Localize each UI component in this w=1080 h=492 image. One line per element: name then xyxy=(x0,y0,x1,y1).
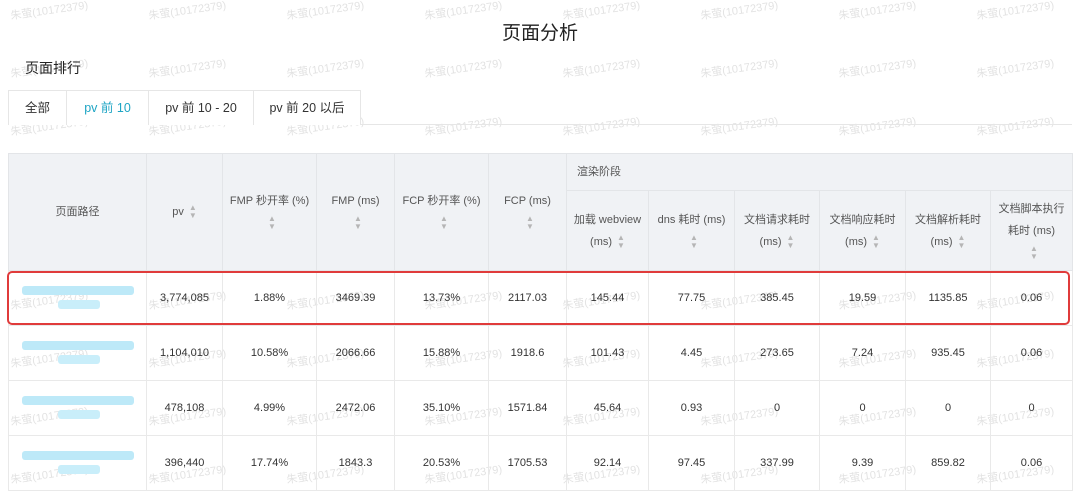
doc-parse-cell: 859.82 xyxy=(905,435,991,491)
doc-parse-cell: 935.45 xyxy=(905,325,991,381)
fmp-cell: 1843.3 xyxy=(316,435,395,491)
column-group-render: 渲染阶段 xyxy=(565,153,1074,191)
page-ranking-table: 页面路径 pv ▲ ▼ FMP 秒开率 (%) ▲ ▼ FMP (ms) ▲ ▼ FCP 秒… xyxy=(8,153,1074,491)
tab-bar: 全部 pv 前 10 pv 前 10 - 20 pv 前 20 以后 xyxy=(8,90,1072,125)
column-header-doc-parse[interactable]: 文档解析耗时 (ms) ▲ ▼ xyxy=(905,190,991,271)
blurred-page-path xyxy=(21,282,134,312)
sort-icon[interactable]: ▲ ▼ xyxy=(268,215,276,231)
tab-pv-top-20-after[interactable]: pv 前 20 以后 xyxy=(253,90,361,125)
page-path-cell[interactable] xyxy=(8,380,147,436)
webview-cell: 145.44 xyxy=(566,270,649,326)
sort-icon[interactable]: ▲ ▼ xyxy=(690,233,698,250)
fcp-rate-cell: 20.53% xyxy=(394,435,489,491)
column-header-pv[interactable]: pv ▲ ▼ xyxy=(146,153,223,271)
fmp-rate-cell: 10.58% xyxy=(222,325,317,381)
doc-response-cell: 19.59 xyxy=(819,270,906,326)
doc-request-cell: 337.99 xyxy=(734,435,820,491)
page-title: 页面分析 xyxy=(501,23,578,44)
page-path-cell[interactable] xyxy=(8,325,147,381)
column-header-doc-response[interactable]: 文档响应耗时 (ms) ▲ ▼ xyxy=(819,190,906,271)
sort-icon[interactable]: ▲ ▼ xyxy=(354,215,362,231)
doc-script-cell: 0.06 xyxy=(989,270,1074,326)
doc-script-cell: 0.06 xyxy=(989,325,1074,381)
pv-cell: 1,104,010 xyxy=(146,325,223,381)
dns-cell: 97.45 xyxy=(648,435,735,491)
fcp-cell: 1571.84 xyxy=(488,380,567,436)
dns-cell: 0.93 xyxy=(648,380,735,436)
fmp-cell: 2066.66 xyxy=(316,325,395,381)
doc-response-cell: 7.24 xyxy=(819,325,906,381)
column-header-path: 页面路径 xyxy=(8,153,147,271)
fmp-rate-cell: 4.99% xyxy=(222,380,317,436)
fmp-cell: 3469.39 xyxy=(316,270,395,326)
watermark-text: 朱萤(10172379) xyxy=(147,57,227,81)
sort-icon[interactable]: ▲ ▼ xyxy=(440,215,448,231)
sort-icon[interactable]: ▲ ▼ xyxy=(958,233,966,250)
pv-cell: 3,774,085 xyxy=(146,270,223,326)
fmp-rate-cell: 1.88% xyxy=(222,270,317,326)
pv-cell: 396,440 xyxy=(146,435,223,491)
blurred-page-path xyxy=(21,447,134,477)
table-row[interactable]: 1,104,010 10.58% 2066.66 15.88% 1918.6 1… xyxy=(8,325,1074,381)
dns-cell: 4.45 xyxy=(648,325,735,381)
fcp-rate-cell: 13.73% xyxy=(394,270,489,326)
column-header-fmp-rate[interactable]: FMP 秒开率 (%) ▲ ▼ xyxy=(222,153,317,271)
watermark-text: 朱萤(10172379) xyxy=(975,57,1055,81)
doc-script-cell: 0.06 xyxy=(989,435,1074,491)
column-header-fmp[interactable]: FMP (ms) ▲ ▼ xyxy=(316,153,395,271)
table-row[interactable]: 478,108 4.99% 2472.06 35.10% 1571.84 45.… xyxy=(8,380,1074,436)
webview-cell: 92.14 xyxy=(566,435,649,491)
column-header-fcp[interactable]: FCP (ms) ▲ ▼ xyxy=(488,153,567,271)
tab-pv-top-10-20[interactable]: pv 前 10 - 20 xyxy=(148,90,254,125)
watermark-text: 朱萤(10172379) xyxy=(561,57,641,81)
fmp-cell: 2472.06 xyxy=(316,380,395,436)
sort-icon[interactable]: ▲ ▼ xyxy=(617,233,625,250)
pv-cell: 478,108 xyxy=(146,380,223,436)
doc-response-cell: 0 xyxy=(819,380,906,436)
fcp-cell: 1705.53 xyxy=(488,435,567,491)
sort-icon[interactable]: ▲ ▼ xyxy=(787,233,795,250)
section-title: 页面排行 xyxy=(25,60,81,76)
doc-request-cell: 0 xyxy=(734,380,820,436)
sort-icon[interactable]: ▲ ▼ xyxy=(526,215,534,231)
fcp-rate-cell: 15.88% xyxy=(394,325,489,381)
webview-cell: 45.64 xyxy=(566,380,649,436)
tab-all[interactable]: 全部 xyxy=(8,90,67,125)
watermark-text: 朱萤(10172379) xyxy=(837,57,917,81)
doc-parse-cell: 0 xyxy=(905,380,991,436)
doc-parse-cell: 1135.85 xyxy=(905,270,991,326)
page-path-cell[interactable] xyxy=(8,435,147,491)
column-header-fcp-rate[interactable]: FCP 秒开率 (%) ▲ ▼ xyxy=(394,153,489,271)
blurred-page-path xyxy=(21,337,134,367)
table-row[interactable]: 396,440 17.74% 1843.3 20.53% 1705.53 92.… xyxy=(8,435,1074,491)
watermark-text: 朱萤(10172379) xyxy=(423,57,503,81)
column-header-doc-script[interactable]: 文档脚本执行耗时 (ms) ▲ ▼ xyxy=(989,190,1074,271)
doc-response-cell: 9.39 xyxy=(819,435,906,491)
sort-icon[interactable]: ▲ ▼ xyxy=(872,233,880,250)
tab-pv-top-10[interactable]: pv 前 10 xyxy=(66,90,149,125)
blurred-page-path xyxy=(21,392,134,422)
webview-cell: 101.43 xyxy=(566,325,649,381)
dns-cell: 77.75 xyxy=(648,270,735,326)
sort-icon[interactable]: ▲ ▼ xyxy=(189,204,197,220)
table-row[interactable]: 3,774,085 1.88% 3469.39 13.73% 2117.03 1… xyxy=(8,270,1074,326)
column-header-dns[interactable]: dns 耗时 (ms) ▲ ▼ xyxy=(648,190,735,271)
doc-request-cell: 273.65 xyxy=(734,325,820,381)
fmp-rate-cell: 17.74% xyxy=(222,435,317,491)
fcp-cell: 1918.6 xyxy=(488,325,567,381)
doc-request-cell: 385.45 xyxy=(734,270,820,326)
watermark-text: 朱萤(10172379) xyxy=(699,57,779,81)
column-header-webview[interactable]: 加载 webview (ms) ▲ ▼ xyxy=(566,190,649,271)
doc-script-cell: 0 xyxy=(989,380,1074,436)
page-path-cell[interactable] xyxy=(8,270,147,326)
column-header-doc-request[interactable]: 文档请求耗时 (ms) ▲ ▼ xyxy=(734,190,820,271)
fcp-cell: 2117.03 xyxy=(488,270,567,326)
sort-icon[interactable]: ▲ ▼ xyxy=(1030,244,1038,261)
watermark-text: 朱萤(10172379) xyxy=(285,57,365,81)
fcp-rate-cell: 35.10% xyxy=(394,380,489,436)
